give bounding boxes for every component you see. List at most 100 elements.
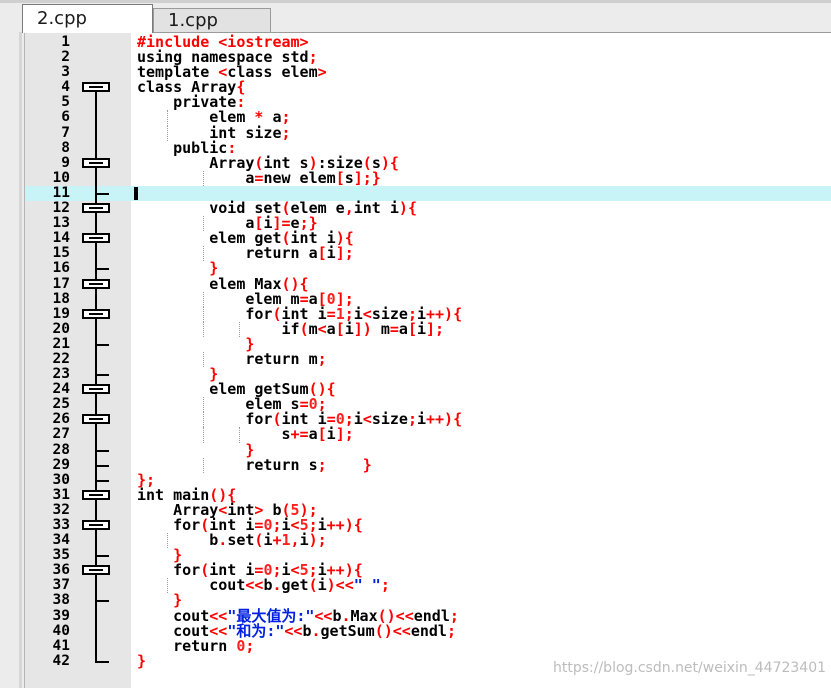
code-token: ; xyxy=(435,319,445,338)
line-number: 10 xyxy=(52,169,70,186)
fold-line xyxy=(95,608,97,624)
tab-1cpp[interactable]: 1.cpp xyxy=(153,8,271,32)
code-text: a=new elem[s];} xyxy=(137,168,380,187)
line-number: 25 xyxy=(52,396,70,413)
line-number: 23 xyxy=(52,366,70,383)
fold-end-tick xyxy=(95,192,109,195)
fold-end-tick xyxy=(95,343,109,346)
code-token: + xyxy=(272,531,282,550)
line-number: 32 xyxy=(52,501,70,518)
fold-toggle-icon[interactable] xyxy=(82,278,110,289)
code-text: return 0; xyxy=(137,638,254,654)
code-token: a xyxy=(398,319,408,338)
code-token: , xyxy=(290,531,300,550)
fold-line xyxy=(95,110,97,126)
fold-line xyxy=(95,321,97,337)
code-text: return s; } xyxy=(137,456,371,474)
fold-line xyxy=(95,502,97,518)
fold-line xyxy=(95,125,97,141)
code-token: ()<< xyxy=(374,621,411,640)
line-number: 38 xyxy=(52,592,70,609)
code-token: size xyxy=(371,410,408,429)
code-token: [ xyxy=(317,425,327,444)
code-token: m xyxy=(308,319,318,338)
fold-line xyxy=(95,638,97,654)
code-token: ; xyxy=(317,349,327,368)
fold-line xyxy=(95,246,97,262)
code-token: [ xyxy=(335,168,345,187)
line-number: 2 xyxy=(61,49,70,66)
tab-bar: 2.cpp 1.cpp xyxy=(0,0,831,33)
line-number: 4 xyxy=(61,79,70,96)
fold-toggle-icon[interactable] xyxy=(82,157,110,168)
fold-line xyxy=(95,578,97,594)
line-number: 40 xyxy=(52,622,70,639)
watermark: https://blog.csdn.net/weixin_44723401 xyxy=(553,660,827,676)
code-line[interactable]: 10 a=new elem[s];} xyxy=(25,168,831,187)
fold-toggle-icon[interactable] xyxy=(82,82,110,93)
code-token: ] xyxy=(426,319,436,338)
code-token: ] xyxy=(335,425,345,444)
code-token: ) xyxy=(380,153,390,172)
code-token: i xyxy=(317,576,327,595)
line-number: 18 xyxy=(52,290,70,307)
code-token: a xyxy=(326,319,336,338)
code-token: ; xyxy=(407,410,417,429)
code-token: a xyxy=(137,168,255,187)
fold-end-tick xyxy=(95,374,109,377)
code-lines: 1 #include <iostream> 2 using namespace std… xyxy=(25,34,831,670)
code-token: )<< xyxy=(326,576,354,595)
line-number: 29 xyxy=(52,456,70,473)
code-token: ; xyxy=(344,425,354,444)
fold-end-tick xyxy=(95,449,109,452)
tab-bar-border xyxy=(0,0,831,3)
code-token: ( xyxy=(299,319,309,338)
code-token: i xyxy=(353,410,363,429)
line-number: 26 xyxy=(52,411,70,428)
code-token: } xyxy=(137,651,147,670)
code-token: = xyxy=(389,319,399,338)
code-token: ; xyxy=(446,621,456,640)
fold-toggle-icon[interactable] xyxy=(82,203,110,214)
code-token: i xyxy=(416,319,426,338)
code-token: i xyxy=(344,319,354,338)
fold-toggle-icon[interactable] xyxy=(82,520,110,530)
code-token: << xyxy=(284,621,303,640)
code-token: m xyxy=(380,319,390,338)
code-token: new elem xyxy=(263,168,336,187)
fold-end-tick xyxy=(95,464,109,467)
line-number: 19 xyxy=(52,305,70,322)
fold-toggle-icon[interactable] xyxy=(82,308,110,319)
code-token: { xyxy=(407,199,417,218)
code-token: [ xyxy=(317,244,327,263)
line-number: 3 xyxy=(61,64,70,81)
code-token: ; xyxy=(317,531,327,550)
line-number: 20 xyxy=(52,320,70,337)
code-token: ) xyxy=(308,531,318,550)
fold-toggle-icon[interactable] xyxy=(82,384,110,395)
code-token: 1 xyxy=(281,531,291,550)
tab-2cpp[interactable]: 2.cpp xyxy=(22,4,153,33)
line-number: 35 xyxy=(52,547,70,564)
fold-toggle-icon[interactable] xyxy=(82,565,110,576)
fold-line xyxy=(95,140,97,156)
code-token: a xyxy=(308,425,318,444)
code-token: { xyxy=(389,153,399,172)
fold-toggle-icon[interactable] xyxy=(82,233,110,244)
code-token: ++){ xyxy=(426,410,463,429)
code-token: i xyxy=(326,244,336,263)
line-number: 14 xyxy=(52,230,70,247)
line-number: 27 xyxy=(52,426,70,443)
line-number: 37 xyxy=(52,577,70,594)
code-token: " " xyxy=(353,576,381,595)
fold-toggle-icon[interactable] xyxy=(82,489,110,500)
code-token: ++){ xyxy=(326,516,363,534)
line-number: 6 xyxy=(61,109,70,126)
code-token: < xyxy=(362,410,372,429)
code-token: ; xyxy=(344,244,354,263)
line-number: 42 xyxy=(52,652,70,669)
code-token: i xyxy=(416,410,426,429)
line-number: 17 xyxy=(52,275,70,292)
fold-toggle-icon[interactable] xyxy=(82,414,110,425)
